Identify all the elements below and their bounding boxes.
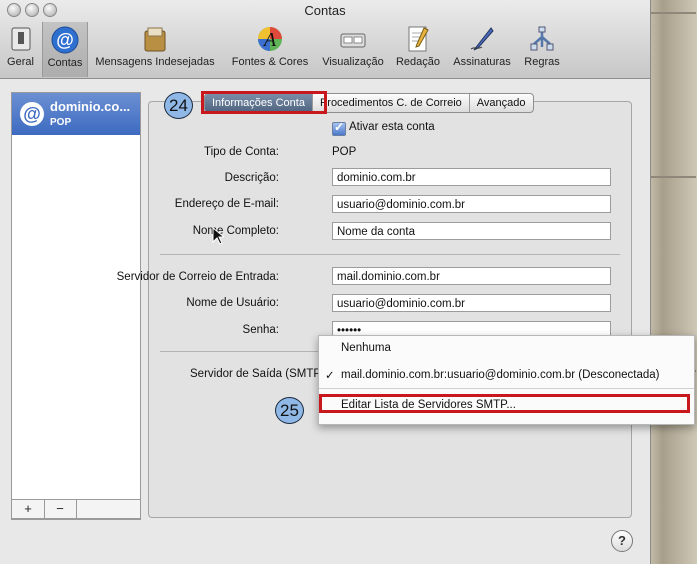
full-name-field[interactable]: Nome da conta [332,222,611,240]
username-label: Nome de Usuário: [186,297,279,309]
email-label: Endereço de E-mail: [174,198,279,210]
desktop-stripe [648,176,696,178]
window-title: Contas [304,3,346,18]
tab-avancado[interactable]: Avançado [468,94,533,112]
full-name-label: Nome Completo: [192,225,279,237]
step-badge-24: 24 [164,92,193,119]
toolbar-mensagens-indesejadas[interactable]: Mensagens Indesejadas [90,25,220,75]
toolbar-label: Assinaturas [453,56,511,68]
at-sign-icon: @ [51,26,79,54]
toolbar-label: Mensagens Indesejadas [95,56,215,68]
rules-icon [530,26,554,51]
account-type: POP [50,117,72,128]
incoming-server-field[interactable]: mail.dominio.com.br [332,267,611,285]
title-bar: Contas Geral @ Contas Mensagens Indeseja… [0,0,650,79]
toolbar-visualizacao[interactable]: Visualização [318,25,388,75]
at-sign-icon: @ [20,102,44,126]
desktop-stripe [648,12,696,14]
toolbar-label: Regras [524,56,560,68]
description-field[interactable]: dominio.com.br [332,168,611,186]
account-item-dominio[interactable]: @ dominio.co... POP [12,93,140,135]
toolbar-fontes-cores[interactable]: A Fontes & Cores [226,25,314,75]
step-badge-25: 25 [275,397,304,424]
signature-pen-icon [470,27,494,51]
checkmark-icon: ✓ [325,370,335,382]
highlight-box-tab [201,91,327,114]
account-type-label: Tipo de Conta: [203,146,279,158]
menu-separator [319,388,694,389]
account-buttons-bar: + − [11,499,141,519]
svg-text:@: @ [56,30,74,50]
toolbar-label: Visualização [322,56,384,68]
highlight-box-edit-smtp [319,394,690,413]
email-field[interactable]: usuario@dominio.com.br [332,195,611,213]
tab-procedimentos-correio[interactable]: Procedimentos C. de Correio [311,94,469,112]
enable-account-checkbox[interactable] [332,120,346,136]
toolbar-label: Geral [7,56,34,68]
toolbar-regras[interactable]: Regras [520,25,564,75]
separator [160,351,320,352]
add-account-button[interactable]: + [12,500,45,518]
incoming-server-label: Servidor de Correio de Entrada: [116,271,279,283]
svg-text:A: A [262,29,277,51]
enable-account-label: Ativar esta conta [349,121,435,133]
junk-mail-icon [144,27,166,52]
toolbar-assinaturas[interactable]: Assinaturas [448,25,516,75]
accounts-list[interactable]: @ dominio.co... POP [11,92,141,520]
password-label: Senha: [242,324,279,336]
remove-account-button[interactable]: − [44,500,77,518]
toolbar-geral[interactable]: Geral [3,25,38,75]
preferences-window: Contas Geral @ Contas Mensagens Indeseja… [0,0,651,564]
composing-icon [408,26,429,52]
help-button[interactable]: ? [611,530,633,552]
fonts-colors-icon: A [258,27,282,51]
toolbar-label: Redação [395,56,441,68]
toolbar-redacao[interactable]: Redação [392,25,444,75]
switch-icon [11,27,30,51]
toolbar-contas[interactable]: @ Contas [42,22,88,77]
account-name: dominio.co... [50,99,131,114]
smtp-option-none[interactable]: Nenhuma [341,342,391,354]
account-type-value: POP [332,146,357,158]
smtp-option-server[interactable]: mail.dominio.com.br:usuario@dominio.com.… [341,369,659,381]
toolbar-label: Fontes & Cores [231,56,309,68]
smtp-server-label: Servidor de Saída (SMTP [190,368,322,380]
toolbar-label: Contas [47,57,83,69]
viewing-icon [340,33,366,48]
description-label: Descrição: [224,172,279,184]
separator [160,254,620,255]
username-field[interactable]: usuario@dominio.com.br [332,294,611,312]
mouse-pointer-icon [212,227,224,245]
